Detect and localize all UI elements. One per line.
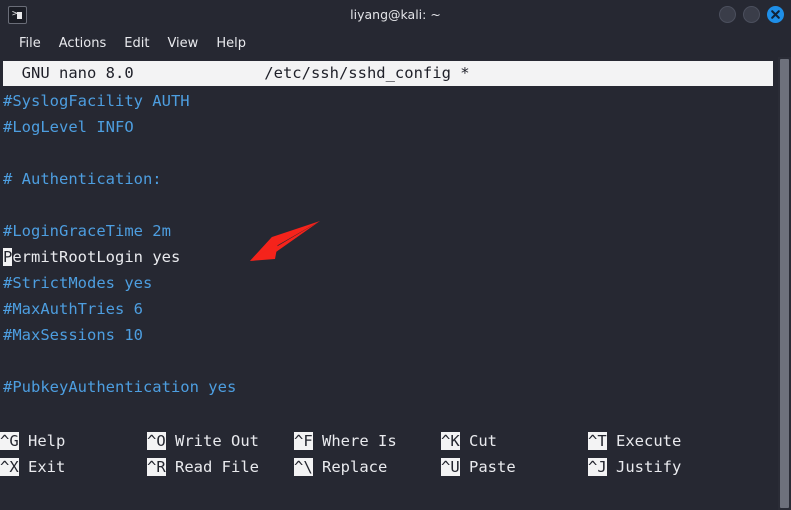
menu-edit[interactable]: Edit [115,34,158,53]
nano-line [0,140,775,166]
nano-shortcut-row-1: ^G Help ^O Write Out ^F Where Is ^K Cut ^T E… [0,428,775,454]
nano-shortcut-key: ^F [294,432,313,450]
nano-line [0,348,775,374]
terminal-scrollbar[interactable] [778,57,791,510]
nano-shortcut[interactable]: ^X Exit [0,454,65,480]
nano-shortcut-label: Read File [165,458,259,476]
close-button[interactable] [767,6,784,23]
nano-text-buffer[interactable]: #SyslogFacility AUTH #LogLevel INFO # Aut… [0,88,775,418]
menubar: File Actions Edit View Help [0,30,791,57]
nano-shortcut-key: ^J [588,458,607,476]
nano-shortcut-key: ^O [147,432,166,450]
nano-line-text: #LogLevel INFO [3,118,134,136]
nano-line: #MaxSessions 10 [0,322,775,348]
nano-line-text: #LoginGraceTime 2m [3,222,171,240]
nano-shortcut-label: Where Is [312,432,397,450]
nano-line [0,192,775,218]
nano-shortcut-key: ^R [147,458,166,476]
nano-shortcut-label: Cut [459,432,497,450]
nano-line-text: #StrictModes yes [3,274,153,292]
nano-line: PermitRootLogin yes [0,244,775,270]
nano-shortcut[interactable]: ^J Justify [588,454,681,480]
nano-line-text: #SyslogFacility AUTH [3,92,190,110]
window-titlebar: > liyang@kali: ~ [0,0,791,30]
nano-shortcut-label: Exit [18,458,66,476]
maximize-button[interactable] [743,6,760,23]
nano-line-text: # Authentication: [3,170,162,188]
nano-shortcut-bar: ^G Help ^O Write Out ^F Where Is ^K Cut ^T E… [0,428,775,486]
nano-shortcut[interactable]: ^\ Replace [294,454,387,480]
nano-line: #PubkeyAuthentication yes [0,374,775,400]
nano-shortcut-key: ^K [441,432,460,450]
nano-line: #LoginGraceTime 2m [0,218,775,244]
nano-line-text [3,352,12,370]
nano-shortcut-key: ^\ [294,458,313,476]
nano-shortcut-label: Help [18,432,66,450]
nano-shortcut-key: ^X [0,458,19,476]
menu-view[interactable]: View [158,34,207,53]
nano-shortcut-key: ^T [588,432,607,450]
window-controls [719,6,784,23]
nano-shortcut[interactable]: ^G Help [0,428,65,454]
nano-line-text [3,144,12,162]
nano-shortcut-key: ^U [441,458,460,476]
terminal-icon: > [8,6,27,24]
nano-shortcut[interactable]: ^K Cut [441,428,497,454]
nano-shortcut-label: Execute [606,432,682,450]
nano-shortcut-label: Replace [312,458,388,476]
nano-line-text: #MaxSessions 10 [3,326,143,344]
nano-line-text [3,196,12,214]
nano-line: #SyslogFacility AUTH [0,88,775,114]
nano-line-text: #PubkeyAuthentication yes [3,378,237,396]
nano-shortcut-label: Write Out [165,432,259,450]
nano-shortcut[interactable]: ^R Read File [147,454,259,480]
nano-line: #StrictModes yes [0,270,775,296]
nano-shortcut[interactable]: ^U Paste [441,454,516,480]
nano-line: # Authentication: [0,166,775,192]
nano-shortcut[interactable]: ^O Write Out [147,428,259,454]
nano-shortcut-label: Justify [606,458,682,476]
nano-shortcut[interactable]: ^T Execute [588,428,681,454]
menu-help[interactable]: Help [207,34,255,53]
nano-line: #LogLevel INFO [0,114,775,140]
nano-shortcut-row-2: ^X Exit ^R Read File ^\ Replace ^U Paste ^J … [0,454,775,480]
menu-actions[interactable]: Actions [50,34,116,53]
window-title: liyang@kali: ~ [350,7,441,22]
nano-shortcut-key: ^G [0,432,19,450]
terminal-icon-cursor [17,12,22,19]
close-icon [771,10,780,19]
nano-line-text: ermitRootLogin yes [12,248,181,266]
nano-line: #MaxAuthTries 6 [0,296,775,322]
nano-line-text: #MaxAuthTries 6 [3,300,143,318]
menu-file[interactable]: File [10,34,50,53]
nano-shortcut[interactable]: ^F Where Is [294,428,397,454]
minimize-button[interactable] [719,6,736,23]
nano-header-bar: GNU nano 8.0 /etc/ssh/sshd_config * [3,61,773,86]
terminal-content[interactable]: GNU nano 8.0 /etc/ssh/sshd_config * #Sys… [0,57,791,510]
text-cursor: P [3,248,13,266]
terminal-window: > liyang@kali: ~ File Actions Edit View … [0,0,791,510]
nano-shortcut-label: Paste [459,458,516,476]
terminal-scrollbar-thumb[interactable] [780,59,789,508]
